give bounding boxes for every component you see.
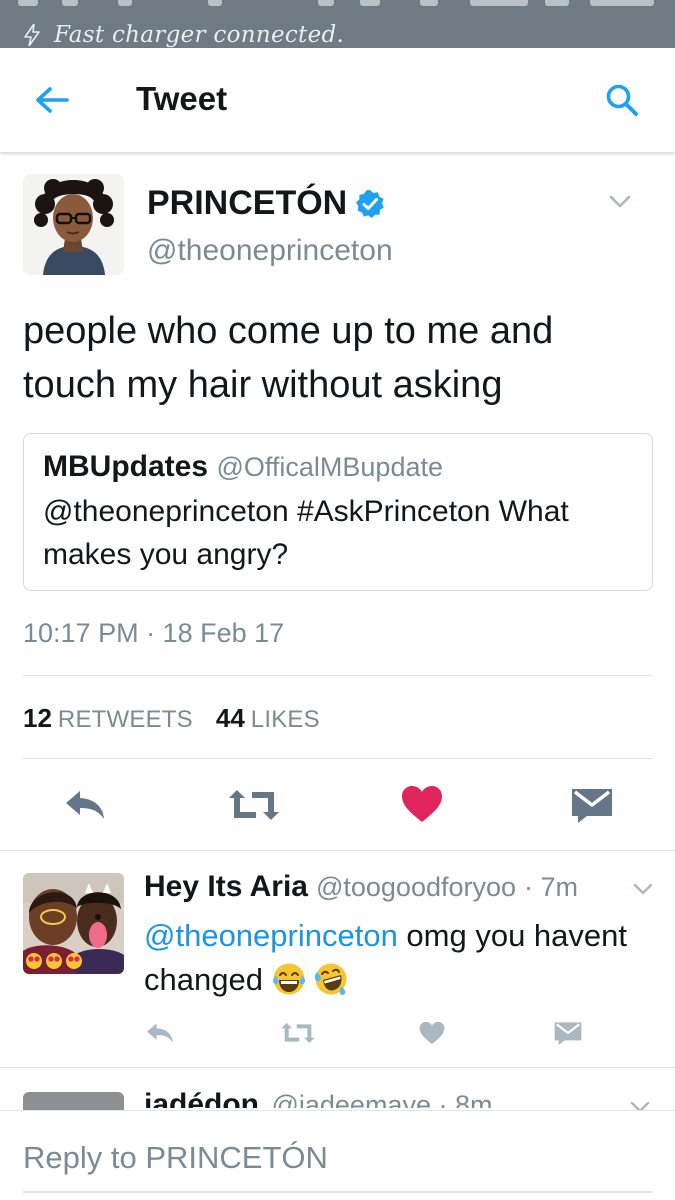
reply-author-name[interactable]: Hey Its Aria xyxy=(144,870,308,904)
next-reply-meta: @jadeemaye · 8m xyxy=(271,1090,493,1108)
quoted-tweet[interactable]: MBUpdates @OfficalMBupdate @theoneprince… xyxy=(23,433,653,591)
next-reply-header: jadédon @jadeemaye · 8m xyxy=(144,1088,492,1108)
quoted-author-handle: @OfficalMBupdate xyxy=(216,452,443,482)
next-reply-author-name[interactable]: jadédon xyxy=(144,1088,259,1108)
quoted-tweet-header: MBUpdates @OfficalMBupdate xyxy=(43,450,443,484)
next-reply-avatar[interactable] xyxy=(23,1092,124,1112)
direct-message-icon xyxy=(572,789,612,823)
author-name[interactable]: PRINCETÓN xyxy=(147,184,385,223)
tweet-timestamp: 10:17 PM · 18 Feb 17 xyxy=(23,618,285,648)
reply-reply-button[interactable] xyxy=(140,1016,180,1050)
reply-options-button[interactable] xyxy=(630,878,656,900)
status-icons xyxy=(0,0,675,10)
quoted-author-name: MBUpdates xyxy=(43,450,209,483)
back-button[interactable] xyxy=(30,80,74,120)
heart-icon xyxy=(402,786,442,822)
laughing-tears-emoji xyxy=(272,962,306,1008)
retweets-count[interactable]: 12 xyxy=(23,703,52,734)
retweet-button[interactable] xyxy=(224,782,284,828)
lightning-icon xyxy=(24,24,40,46)
reply-author-handle[interactable]: @toogoodforyoo xyxy=(316,872,516,903)
crying-laughing-emoji xyxy=(314,962,348,1008)
reply-button[interactable] xyxy=(58,782,112,828)
reply-icon xyxy=(147,1023,173,1043)
reply-direct-message-button[interactable] xyxy=(548,1016,588,1050)
reply-icon xyxy=(66,791,104,819)
reply-input[interactable]: Reply to PRINCETÓN xyxy=(23,1136,653,1180)
search-button[interactable] xyxy=(600,78,644,122)
chevron-down-icon xyxy=(609,195,631,208)
author-avatar[interactable] xyxy=(23,174,124,275)
reply-time: · 7m xyxy=(524,872,579,902)
like-button[interactable] xyxy=(396,780,448,828)
retweet-icon xyxy=(229,790,279,820)
avatar-image xyxy=(23,174,124,275)
notification-text: Fast charger connected. xyxy=(54,22,345,48)
tweet-text: people who come up to me and touch my ha… xyxy=(23,310,554,406)
reply-retweet-button[interactable] xyxy=(276,1016,320,1050)
tweet-options-button[interactable] xyxy=(606,190,634,214)
page-title: Tweet xyxy=(136,80,228,117)
author-name-text: PRINCETÓN xyxy=(147,184,348,222)
direct-message-button[interactable] xyxy=(566,782,618,828)
reply-author-avatar[interactable] xyxy=(23,873,124,974)
retweet-icon xyxy=(281,1023,315,1043)
chevron-down-icon xyxy=(633,883,653,895)
search-icon xyxy=(606,84,638,116)
quoted-tweet-text: @theoneprinceton #AskPrinceton What make… xyxy=(43,495,569,571)
reply-like-button[interactable] xyxy=(412,1016,452,1050)
likes-count[interactable]: 44 xyxy=(216,703,245,734)
divider xyxy=(0,1067,675,1068)
charger-notification: Fast charger connected. xyxy=(24,22,344,48)
divider xyxy=(23,675,653,676)
reply-text: @theoneprinceton omg you havent changed xyxy=(144,914,659,1008)
back-arrow-icon xyxy=(36,87,69,113)
tweet-stats: 12 RETWEETS 44 LIKES xyxy=(23,703,343,734)
divider xyxy=(23,758,653,759)
app-bar: Tweet xyxy=(0,48,675,152)
reply-header: Hey Its Aria @toogoodforyoo · 7m xyxy=(144,870,578,904)
direct-message-icon xyxy=(554,1022,582,1045)
heart-icon xyxy=(419,1021,445,1045)
retweets-label[interactable]: RETWEETS xyxy=(58,706,193,734)
likes-label[interactable]: LIKES xyxy=(251,706,320,734)
verified-badge-icon xyxy=(355,189,385,219)
author-handle[interactable]: @theoneprinceton xyxy=(147,234,393,268)
status-bar: Fast charger connected. xyxy=(0,0,675,48)
avatar-image xyxy=(23,873,124,974)
divider xyxy=(0,850,675,851)
reply-composer: Reply to PRINCETÓN xyxy=(0,1110,675,1200)
reply-mention-link[interactable]: @theoneprinceton xyxy=(144,918,398,953)
reply-input-underline xyxy=(23,1191,653,1193)
